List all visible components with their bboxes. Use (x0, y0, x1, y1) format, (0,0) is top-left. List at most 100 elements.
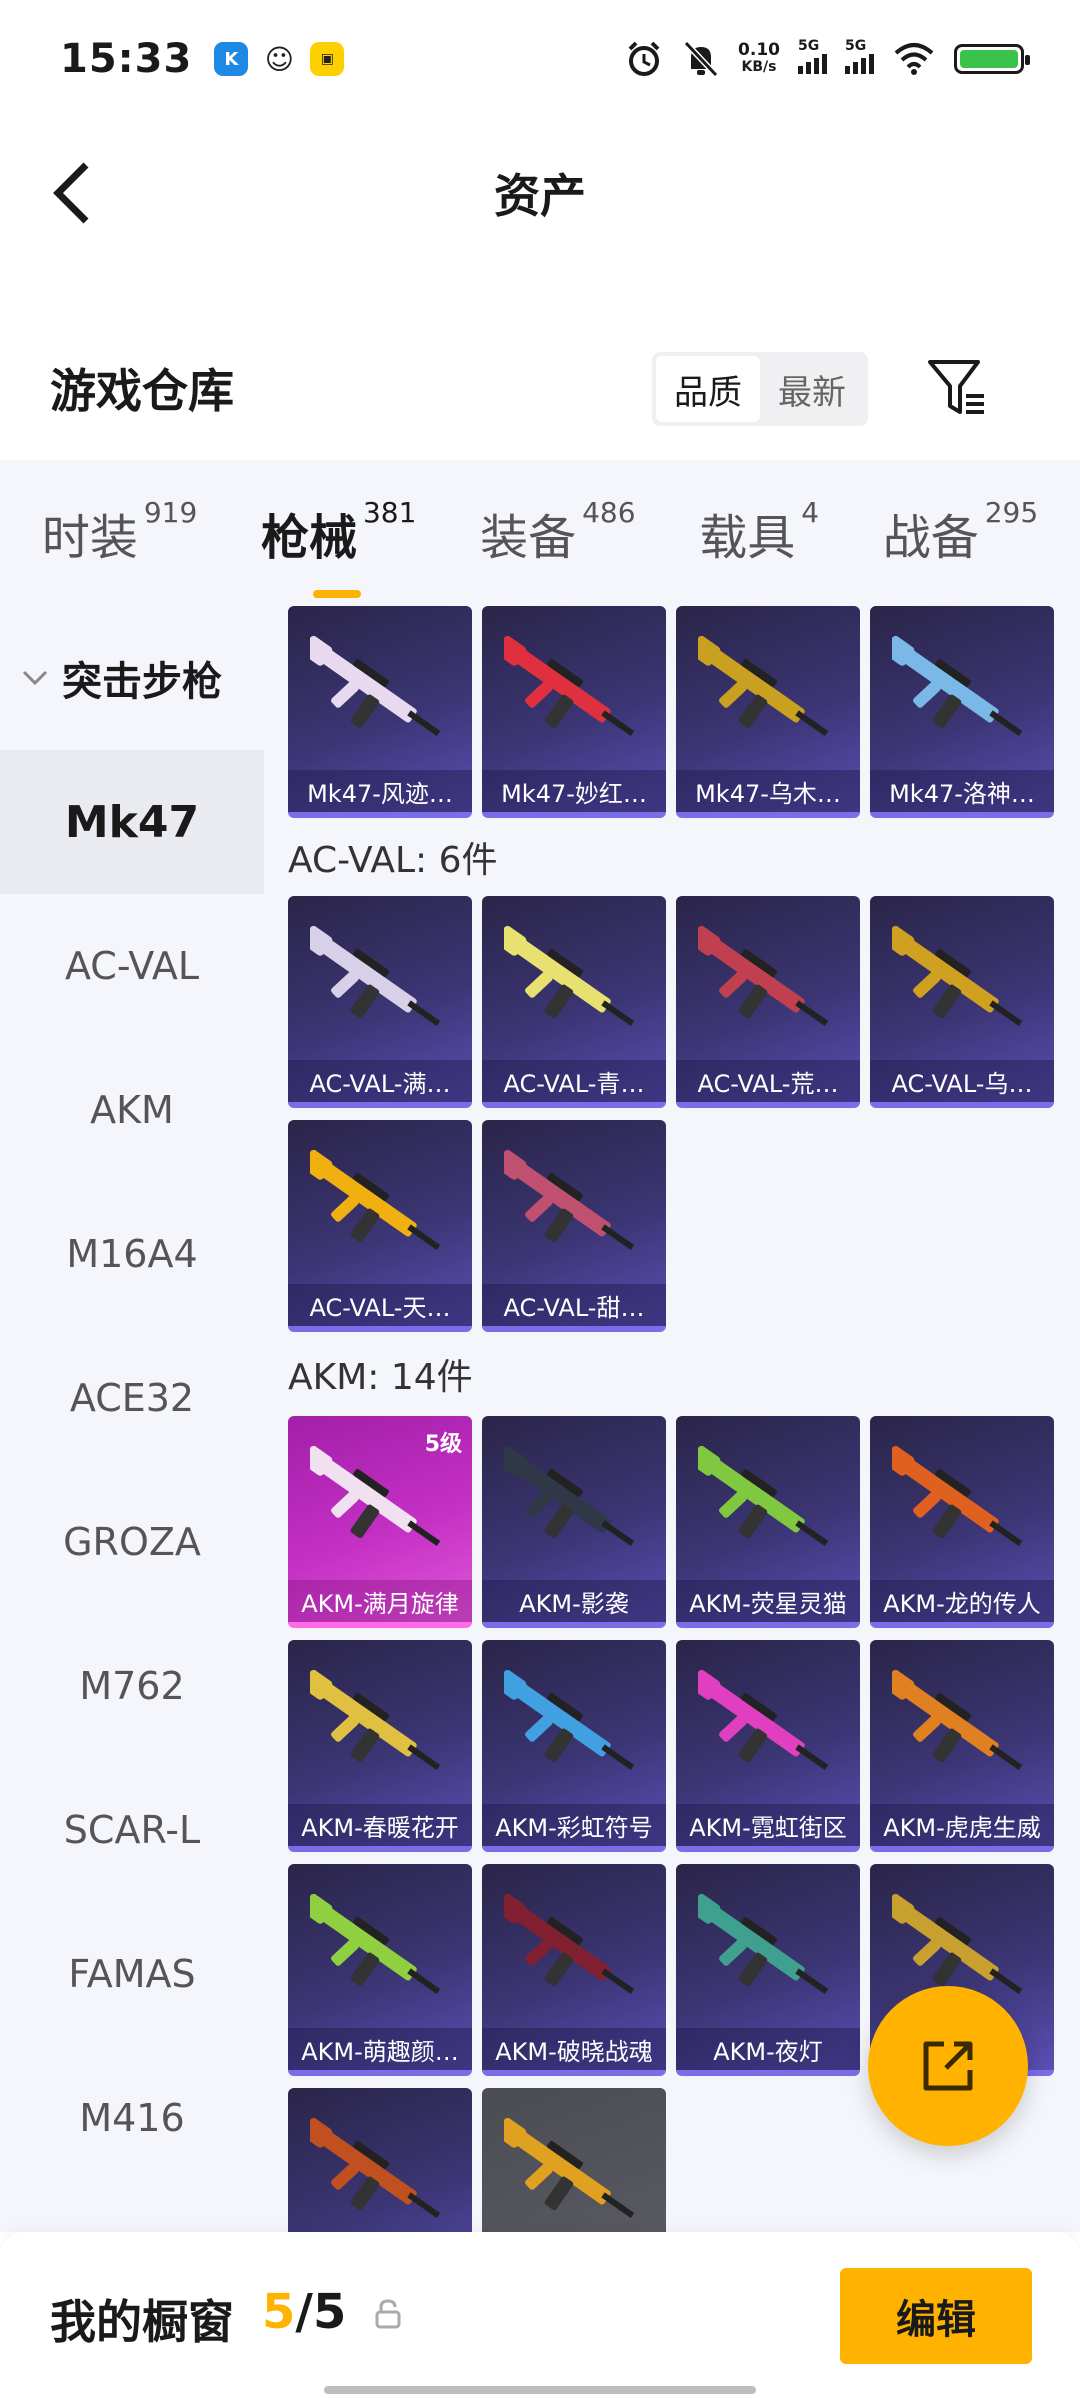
battery-icon (954, 44, 1030, 74)
filter-button[interactable] (924, 356, 988, 420)
skin-name: AKM-夜灯 (676, 2028, 860, 2070)
skin-name: AKM-影袭 (482, 1580, 666, 1622)
rifle-icon (310, 1445, 441, 1546)
tab-count: 4 (801, 496, 820, 529)
acval-section-header: AC-VAL: 6件 (288, 840, 498, 881)
showcase-current: 5 (262, 2284, 296, 2340)
network-speed-value: 0.10 (738, 40, 780, 60)
rifle-icon (698, 635, 829, 736)
edit-button[interactable]: 编辑 (840, 2268, 1032, 2364)
tab-combat-gear[interactable]: 战备 295 (882, 496, 1038, 568)
rifle-icon (310, 1893, 441, 1994)
skin-card[interactable]: AC-VAL-乌… (870, 896, 1054, 1108)
showcase-count: 5/5 (262, 2284, 346, 2340)
tab-fashion[interactable]: 时装 919 (42, 496, 197, 568)
network-speed: 0.10 KB/s (738, 42, 780, 76)
rifle-icon (504, 635, 635, 736)
sidebar-item-m762[interactable]: M762 (0, 1614, 264, 1758)
weapon-sidebar: 突击步枪 Mk47 AC-VAL AKM M16A4 ACE32 GROZA M… (0, 606, 264, 2232)
skin-name: Mk47-洛神… (870, 770, 1054, 812)
tab-label: 战备 (882, 510, 979, 566)
back-button[interactable] (44, 158, 100, 228)
rifle-icon (892, 925, 1023, 1026)
showcase-separator: / (295, 2284, 313, 2340)
rifle-icon (892, 1445, 1023, 1546)
meituan-app-icon: ▣ (310, 42, 345, 76)
skin-card[interactable]: AC-VAL-荒… (676, 896, 860, 1108)
sort-newest-option[interactable]: 最新 (760, 356, 864, 422)
skin-card[interactable]: Mk47-乌木… (676, 606, 860, 818)
sidebar-item-famas[interactable]: FAMAS (0, 1902, 264, 2046)
sidebar-item-mk47[interactable]: Mk47 (0, 750, 264, 894)
skin-card[interactable]: AKM-虎虎生威 (870, 1640, 1054, 1852)
sidebar-item-akm[interactable]: AKM (0, 1038, 264, 1182)
share-button[interactable] (868, 1986, 1028, 2146)
skin-card[interactable]: 5级 AKM-满月旋律 (288, 1416, 472, 1628)
tab-count: 381 (362, 496, 417, 529)
skin-name: AKM-满月旋律 (288, 1580, 472, 1622)
skin-card[interactable]: AKM-破晓战魂 (482, 1864, 666, 2076)
skin-card[interactable] (288, 2088, 472, 2232)
skin-card[interactable]: AC-VAL-甜… (482, 1120, 666, 1332)
sidebar-item-m16a4[interactable]: M16A4 (0, 1182, 264, 1326)
skin-name: AKM-荧星灵猫 (676, 1580, 860, 1622)
sidebar-item-m416[interactable]: M416 (0, 2046, 264, 2190)
showcase-label: 我的橱窗 (50, 2295, 234, 2349)
rifle-icon (310, 635, 441, 736)
sort-quality-option[interactable]: 品质 (656, 356, 760, 422)
tab-equipment[interactable]: 装备 486 (480, 496, 635, 568)
tab-firearms[interactable]: 枪械 381 (260, 496, 417, 598)
skin-name: AC-VAL-甜… (482, 1284, 666, 1326)
rifle-icon (698, 1893, 829, 1994)
rifle-icon (698, 1445, 829, 1546)
skin-name: Mk47-乌木… (676, 770, 860, 812)
skin-name: AC-VAL-乌… (870, 1060, 1054, 1102)
page-title: 资产 (494, 169, 586, 223)
sidebar-item-groza[interactable]: GROZA (0, 1470, 264, 1614)
skin-card[interactable]: AKM-霓虹街区 (676, 1640, 860, 1852)
alarm-icon (628, 41, 660, 76)
rifle-icon (504, 1445, 635, 1546)
skin-card[interactable]: AC-VAL-满… (288, 896, 472, 1108)
rifle-icon (310, 1669, 441, 1770)
skin-name: AC-VAL-荒… (676, 1060, 860, 1102)
rifle-icon (310, 1149, 441, 1250)
skin-card[interactable]: AKM-荧星灵猫 (676, 1416, 860, 1628)
lock-icon (375, 2299, 401, 2329)
sidebar-item-ace32[interactable]: ACE32 (0, 1326, 264, 1470)
tab-vehicles[interactable]: 载具 4 (699, 496, 820, 568)
skin-card[interactable]: AKM-彩虹符号 (482, 1640, 666, 1852)
skin-card[interactable]: AC-VAL-天… (288, 1120, 472, 1332)
showcase-total: 5 (312, 2284, 347, 2340)
skin-card[interactable]: AKM-萌趣颜… (288, 1864, 472, 2076)
rifle-icon (504, 1149, 635, 1250)
kuaishou-app-icon: K (214, 42, 249, 76)
category-tabs: 时装 919 枪械 381 装备 486 载具 4 战备 295 (0, 460, 1080, 606)
skin-card[interactable]: Mk47-洛神… (870, 606, 1054, 818)
sidebar-group-label: 突击步枪 (62, 659, 222, 705)
rifle-icon (698, 1669, 829, 1770)
skin-card[interactable]: AKM-龙的传人 (870, 1416, 1054, 1628)
skin-name: AKM-龙的传人 (870, 1580, 1054, 1622)
skin-name: AC-VAL-青… (482, 1060, 666, 1102)
tab-label: 枪械 (260, 510, 357, 566)
chevron-down-icon (22, 670, 48, 686)
skin-name: AC-VAL-天… (288, 1284, 472, 1326)
rifle-icon (504, 1893, 635, 1994)
skin-name: AKM-萌趣颜… (288, 2028, 472, 2070)
skin-card[interactable]: AC-VAL-青… (482, 896, 666, 1108)
skin-card[interactable]: Mk47-妙红… (482, 606, 666, 818)
skin-card[interactable] (482, 2088, 666, 2232)
skin-card[interactable]: AKM-夜灯 (676, 1864, 860, 2076)
signal-icon-2: 5G (845, 38, 874, 74)
sort-toggle: 品质 最新 (652, 352, 868, 426)
status-indicators: 0.10 KB/s 5G 5G (624, 38, 1030, 79)
share-icon (923, 2041, 973, 2091)
sidebar-group-assault-rifles[interactable]: 突击步枪 (0, 606, 264, 750)
skin-card[interactable]: Mk47-风迹… (288, 606, 472, 818)
tab-label: 载具 (699, 510, 796, 566)
sidebar-item-acval[interactable]: AC-VAL (0, 894, 264, 1038)
sidebar-item-scarl[interactable]: SCAR-L (0, 1758, 264, 1902)
skin-card[interactable]: AKM-影袭 (482, 1416, 666, 1628)
skin-card[interactable]: AKM-春暖花开 (288, 1640, 472, 1852)
